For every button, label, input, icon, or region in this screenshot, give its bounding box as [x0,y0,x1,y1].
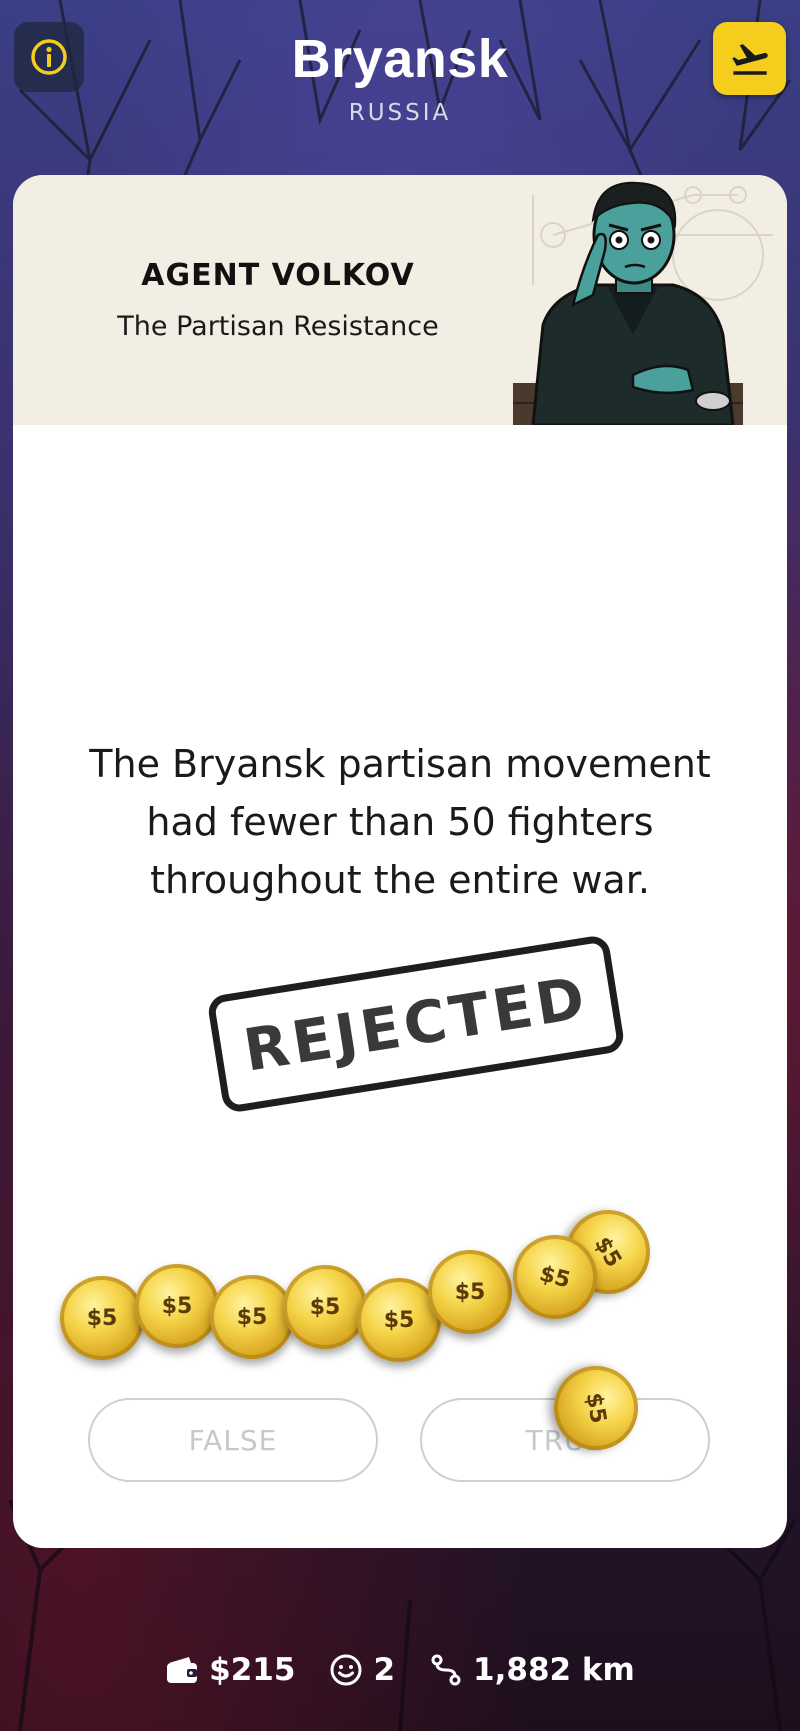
coin-label: $5 [309,1294,341,1320]
coin: $5 [135,1264,219,1348]
money-value: $215 [209,1652,296,1688]
rejected-stamp: REJECTED [206,933,626,1115]
coin-label: $5 [581,1390,611,1426]
coin-label: $5 [383,1307,415,1333]
distance-value: 1,882 km [473,1652,635,1688]
coin: $5 [60,1276,144,1360]
agent-name: AGENT VOLKOV [141,258,415,293]
smiley-icon [330,1654,362,1686]
agent-portrait [513,181,773,425]
stamp-label: REJECTED [239,963,593,1085]
wallet-icon [167,1657,198,1683]
coin-label: $5 [86,1305,118,1331]
contacts-value: 2 [373,1652,396,1688]
agent-faction: The Partisan Resistance [117,311,439,342]
coin: $5 [210,1275,294,1359]
coin: $5 [283,1265,367,1349]
false-button[interactable]: FALSE [88,1398,378,1482]
country-subtitle: RUSSIA [348,100,452,126]
status-bar: $215 2 1,882 km [0,1652,800,1688]
coin-label: $5 [536,1260,574,1294]
coin-label: $5 [161,1293,193,1319]
coin: $5 [428,1250,512,1334]
city-title: Bryansk [291,29,509,89]
fly-button[interactable] [713,22,786,95]
question-statement: The Bryansk partisan movement had fewer … [89,742,711,902]
contacts-stat: 2 [329,1652,395,1688]
distance-stat: 1,882 km [429,1652,635,1688]
money-stat: $215 [165,1652,295,1688]
coin-label: $5 [236,1304,268,1330]
coin-label: $5 [454,1279,486,1305]
airplane-departure-icon [731,43,768,75]
route-icon [431,1654,461,1686]
agent-header: AGENT VOLKOV The Partisan Resistance [13,175,787,425]
